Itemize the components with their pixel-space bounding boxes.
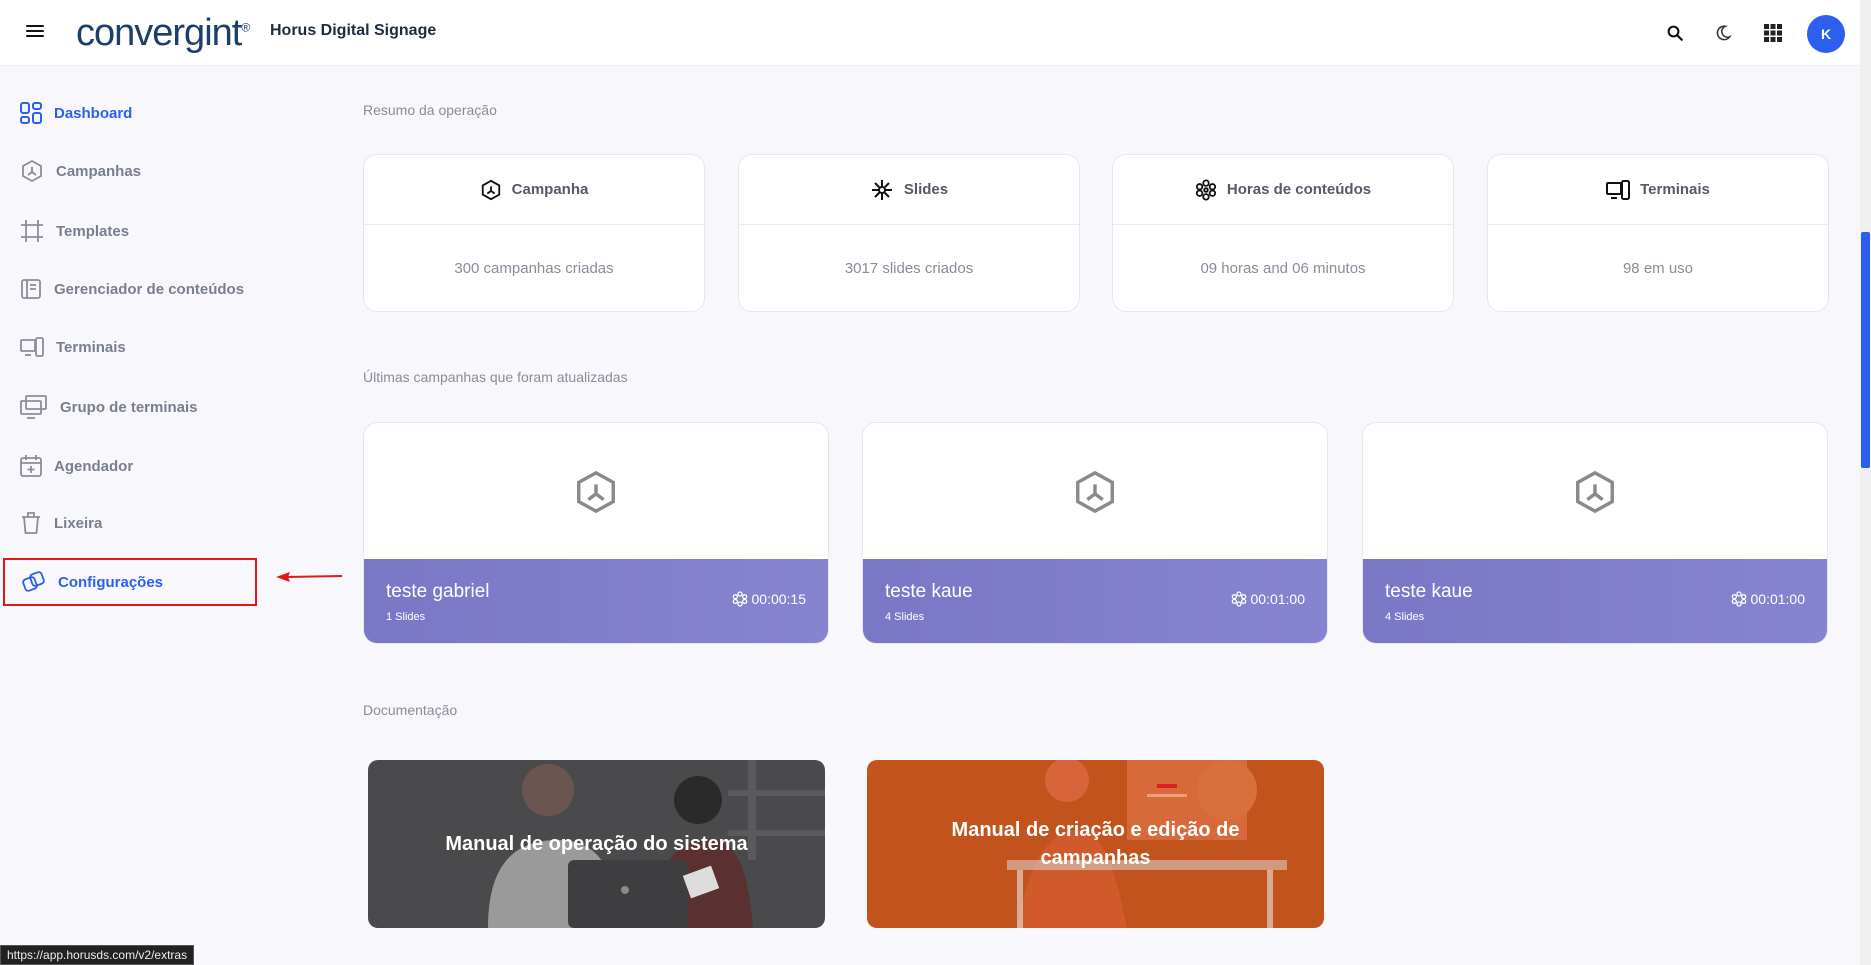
sidebar-item-label: Lixeira xyxy=(54,514,103,532)
campaign-icon xyxy=(481,179,500,200)
campaign-placeholder-icon xyxy=(1576,470,1614,514)
sidebar-item-content-manager[interactable]: Gerenciador de conteúdos xyxy=(20,274,244,304)
status-bar-url: https://app.horusds.com/v2/extras xyxy=(0,945,195,965)
highlight-box-annotation xyxy=(3,558,257,606)
campaign-duration: 00:01:00 xyxy=(1231,591,1306,607)
stat-label: Terminais xyxy=(1640,181,1710,198)
convergint-logo[interactable]: convergint® xyxy=(76,12,250,55)
campaign-name: teste kaue xyxy=(885,581,973,602)
doc-title: Manual de operação do sistema xyxy=(445,833,748,855)
campaign-card[interactable]: teste gabriel 1 Slides 00:00:15 xyxy=(363,422,829,644)
calendar-icon xyxy=(20,455,42,477)
content-manager-icon xyxy=(21,279,41,299)
sidebar-item-label: Campanhas xyxy=(56,162,142,180)
campaign-duration: 00:01:00 xyxy=(1731,591,1806,607)
campaign-name: teste gabriel xyxy=(386,581,490,602)
campaign-duration-value: 00:00:15 xyxy=(751,591,807,607)
content-hours-icon xyxy=(1195,178,1216,201)
stat-value: 300 campanhas criadas xyxy=(454,259,614,277)
campaign-card[interactable]: teste kaue 4 Slides 00:01:00 xyxy=(862,422,1328,644)
doc-title: Manual de criação e edição de campanhas xyxy=(951,819,1240,869)
recent-campaigns-title: Últimas campanhas que foram atualizadas xyxy=(363,369,628,385)
sidebar-item-campanhas[interactable]: Campanhas xyxy=(20,156,141,186)
arrow-annotation-icon xyxy=(276,572,343,582)
sidebar-item-label: Grupo de terminais xyxy=(60,398,198,416)
sidebar-item-dashboard[interactable]: Dashboard xyxy=(20,98,132,128)
trash-icon xyxy=(22,512,40,534)
campaign-banner: teste gabriel 1 Slides 00:00:15 xyxy=(364,559,828,643)
stat-label: Horas de conteúdos xyxy=(1226,181,1372,198)
stat-label: Campanha xyxy=(511,181,589,198)
stat-card-campanha: Campanha 300 campanhas criadas xyxy=(363,154,705,312)
slides-icon xyxy=(871,179,892,200)
campaign-duration-value: 00:01:00 xyxy=(1250,591,1306,607)
stat-value: 3017 slides criados xyxy=(844,259,974,277)
stat-card-terminais: Terminais 98 em uso xyxy=(1487,154,1829,312)
stat-card-content-hours: Horas de conteúdos 09 horas and 06 minut… xyxy=(1112,154,1454,312)
stat-label: Slides xyxy=(903,181,949,198)
sidebar-item-terminais[interactable]: Terminais xyxy=(20,332,126,362)
sidebar-item-label: Agendador xyxy=(54,457,134,475)
sidebar-item-label: Dashboard xyxy=(54,104,133,122)
summary-section-title: Resumo da operação xyxy=(363,102,497,118)
campaign-slides-count: 4 Slides xyxy=(1385,611,1425,623)
apps-grid-icon[interactable] xyxy=(1760,20,1786,46)
logo-registered-mark: ® xyxy=(241,20,250,35)
campaign-banner: teste kaue 4 Slides 00:01:00 xyxy=(863,559,1327,643)
documentation-title: Documentação xyxy=(363,702,458,718)
doc-card-operation-manual[interactable]: Manual de operação do sistema xyxy=(368,760,825,928)
stat-card-slides: Slides 3017 slides criados xyxy=(738,154,1080,312)
stat-value: 09 horas and 06 minutos xyxy=(1200,259,1366,277)
terminal-icon xyxy=(20,337,44,357)
sidebar-item-terminal-group[interactable]: Grupo de terminais xyxy=(20,392,198,422)
app-title: Horus Digital Signage xyxy=(270,22,437,39)
logo-text: convergint xyxy=(76,12,242,54)
stat-value: 98 em uso xyxy=(1622,259,1694,277)
campaign-name: teste kaue xyxy=(1385,581,1473,602)
sidebar-item-agendador[interactable]: Agendador xyxy=(20,451,133,481)
sidebar-item-label: Terminais xyxy=(56,338,126,356)
scrollbar-track[interactable] xyxy=(1860,0,1871,965)
sidebar: Dashboard Campanhas Templates Gerenciado… xyxy=(0,66,340,965)
top-header: convergint® Horus Digital Signage K xyxy=(0,0,1860,66)
scrollbar-thumb[interactable] xyxy=(1861,232,1870,468)
sidebar-item-label: Gerenciador de conteúdos xyxy=(54,280,245,298)
user-avatar[interactable]: K xyxy=(1807,15,1845,53)
dashboard-icon xyxy=(20,102,42,124)
dark-mode-moon-icon[interactable] xyxy=(1710,20,1736,46)
campaign-icon xyxy=(22,159,42,183)
terminal-icon xyxy=(1606,179,1631,200)
campaign-duration: 00:00:15 xyxy=(732,591,807,607)
campaign-placeholder-icon xyxy=(1076,470,1114,514)
campaign-card[interactable]: teste kaue 4 Slides 00:01:00 xyxy=(1362,422,1828,644)
search-icon[interactable] xyxy=(1662,20,1688,46)
campaign-banner: teste kaue 4 Slides 00:01:00 xyxy=(1363,559,1827,643)
content-hours-icon xyxy=(1231,591,1246,607)
template-icon xyxy=(21,220,43,242)
sidebar-item-label: Templates xyxy=(56,222,130,240)
campaign-placeholder-icon xyxy=(577,470,615,514)
doc-card-campaign-manual[interactable]: Manual de criação e edição de campanhas xyxy=(867,760,1324,928)
sidebar-item-lixeira[interactable]: Lixeira xyxy=(20,508,102,538)
campaign-slides-count: 4 Slides xyxy=(885,611,925,623)
content-hours-icon xyxy=(1731,591,1746,607)
campaign-slides-count: 1 Slides xyxy=(386,611,426,623)
campaign-duration-value: 00:01:00 xyxy=(1750,591,1806,607)
terminal-group-icon xyxy=(20,395,47,419)
hamburger-menu-icon[interactable] xyxy=(26,22,44,40)
sidebar-item-templates[interactable]: Templates xyxy=(20,216,129,246)
content-hours-icon xyxy=(732,591,747,607)
